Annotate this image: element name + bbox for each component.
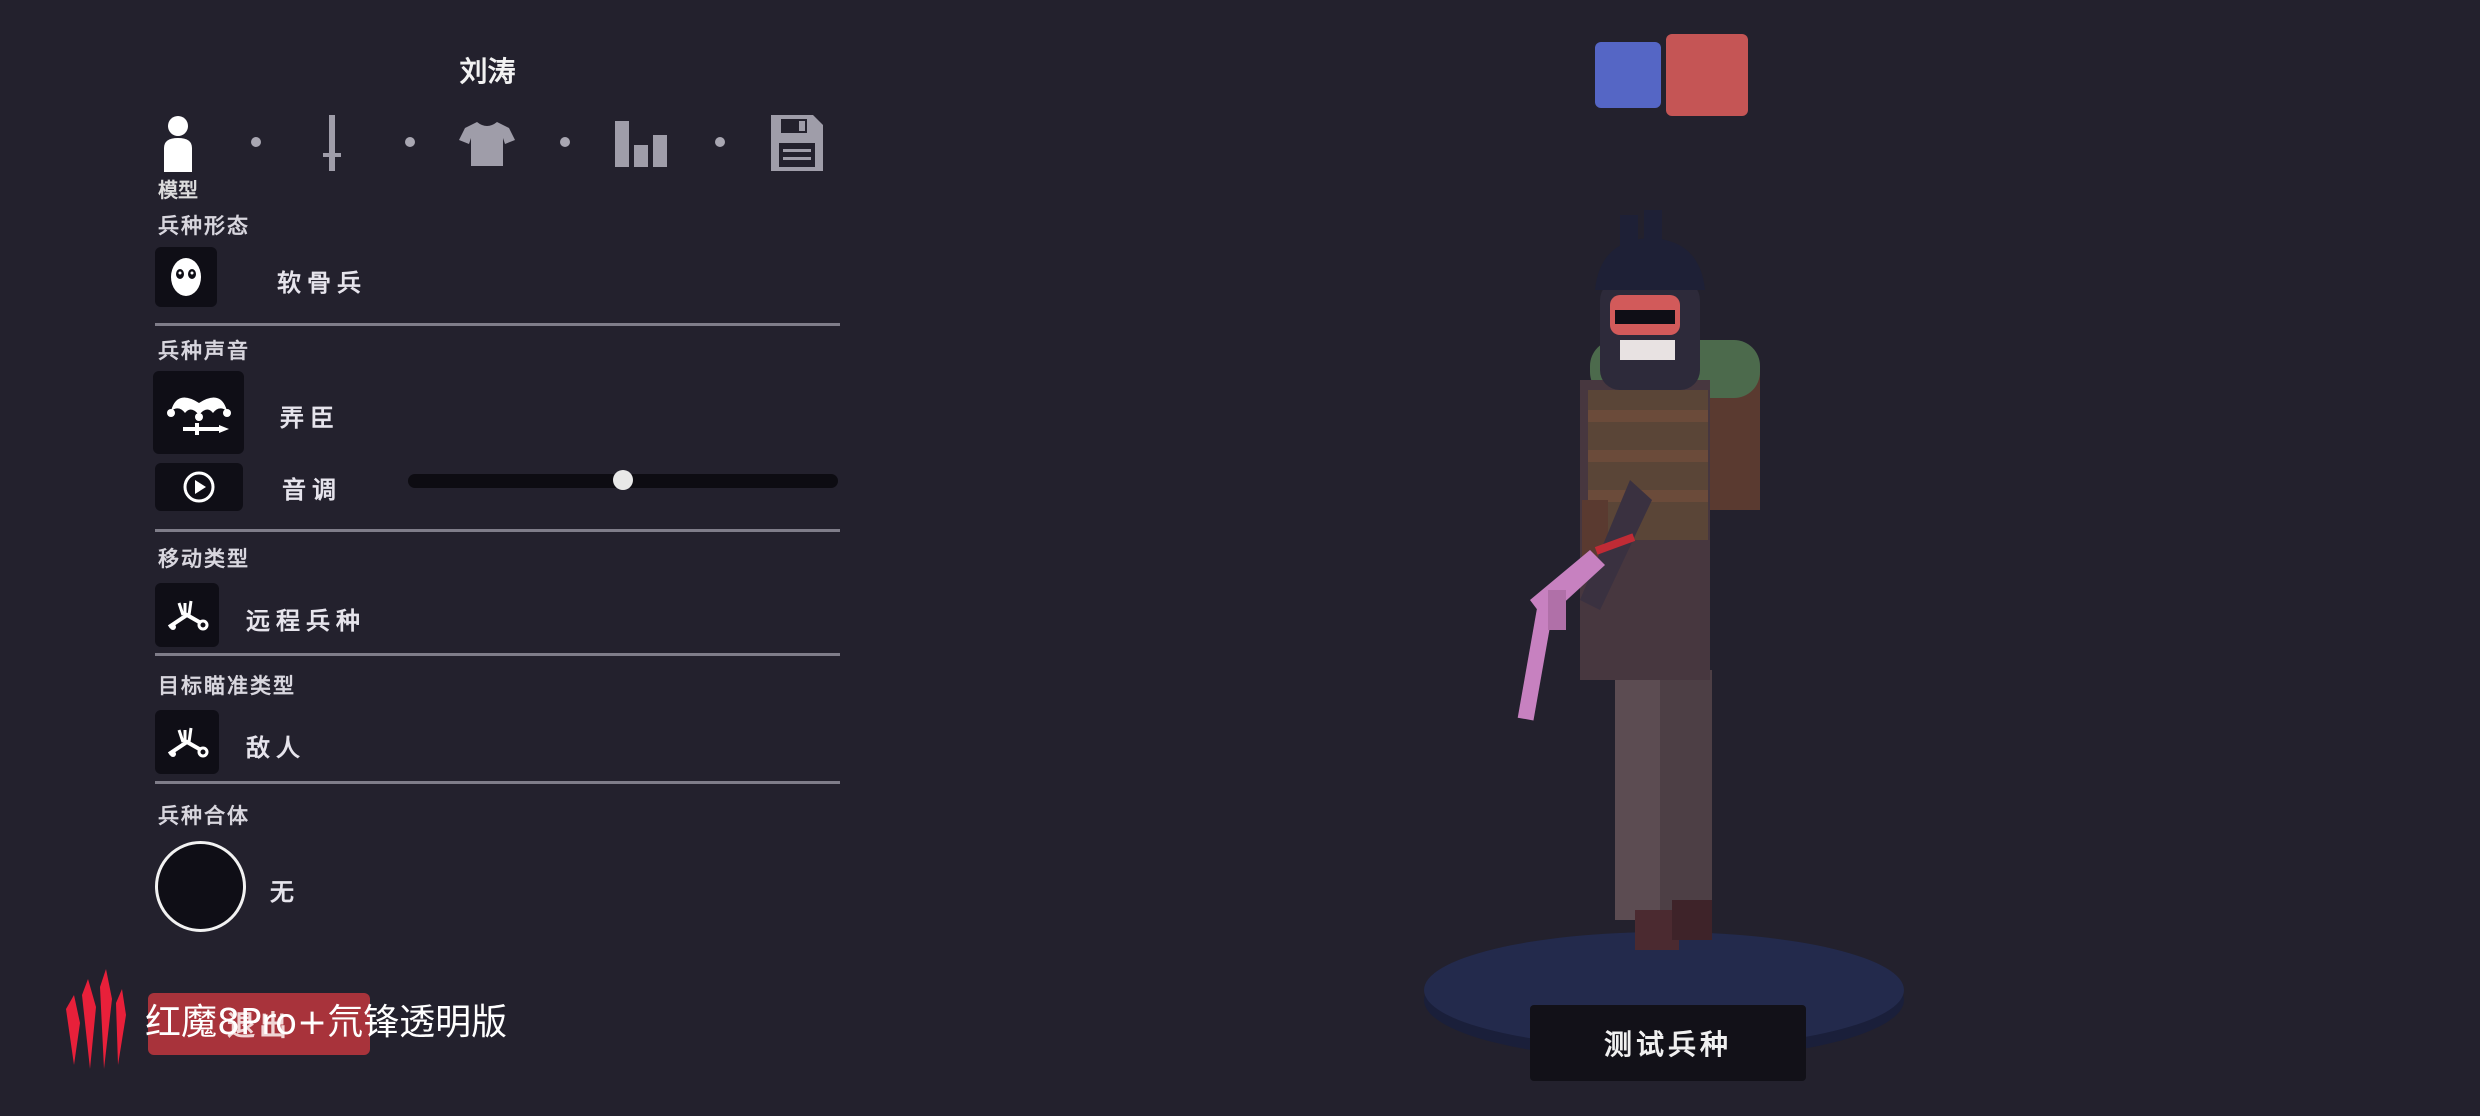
voice-section-label: 兵种声音 (158, 339, 250, 363)
tab-separator (560, 137, 570, 147)
tab-weapon[interactable] (297, 108, 367, 178)
play-voice-button[interactable] (155, 463, 243, 511)
form-value[interactable]: 软骨兵 (277, 263, 367, 298)
jester-hat-icon (166, 397, 231, 435)
pitch-label: 音调 (282, 476, 342, 504)
shirt-icon (459, 122, 515, 166)
play-icon (183, 471, 215, 503)
form-icon-button[interactable] (155, 247, 217, 307)
tab-separator (715, 137, 725, 147)
section-divider (155, 653, 840, 656)
combine-slot-button[interactable] (155, 841, 246, 932)
person-icon (164, 116, 192, 172)
combine-value: 无 (270, 878, 300, 906)
section-divider (155, 323, 840, 326)
tab-separator (251, 137, 261, 147)
ranged-unit-icon (167, 600, 209, 631)
movement-section-label: 移动类型 (158, 547, 250, 571)
unit-name-title[interactable]: 刘涛 (430, 50, 545, 90)
combine-section-label: 兵种合体 (158, 804, 250, 828)
active-tab-label: 模型 (158, 178, 198, 202)
team-color-red[interactable] (1666, 34, 1748, 116)
form-section-label: 兵种形态 (158, 214, 250, 238)
target-unit-icon (167, 727, 209, 758)
test-unit-button[interactable]: 测试兵种 (1530, 1005, 1806, 1081)
tab-model[interactable] (143, 108, 213, 178)
targeting-icon-button[interactable] (155, 710, 219, 774)
red-magic-logo-icon (66, 969, 126, 1069)
unit-preview (1424, 210, 1904, 1060)
section-divider (155, 781, 840, 784)
skull-mask-icon (171, 258, 201, 296)
tab-save[interactable] (762, 108, 832, 178)
floppy-disk-icon (771, 115, 823, 171)
team-color-blue[interactable] (1595, 42, 1661, 108)
movement-icon-button[interactable] (155, 583, 219, 647)
section-divider (155, 529, 840, 532)
voice-value[interactable]: 弄臣 (280, 398, 340, 433)
voice-icon-button[interactable] (153, 371, 244, 454)
pitch-slider-thumb[interactable] (613, 470, 633, 490)
device-watermark: 红魔8Pro+氘锋透明版 (145, 1002, 508, 1043)
bar-chart-icon (615, 121, 667, 167)
targeting-section-label: 目标瞄准类型 (158, 674, 296, 698)
tab-stats[interactable] (607, 108, 677, 178)
tab-separator (405, 137, 415, 147)
sword-icon (323, 115, 341, 171)
movement-value[interactable]: 远程兵种 (246, 601, 366, 636)
tab-clothing[interactable] (452, 108, 522, 178)
targeting-value[interactable]: 敌人 (246, 728, 306, 763)
